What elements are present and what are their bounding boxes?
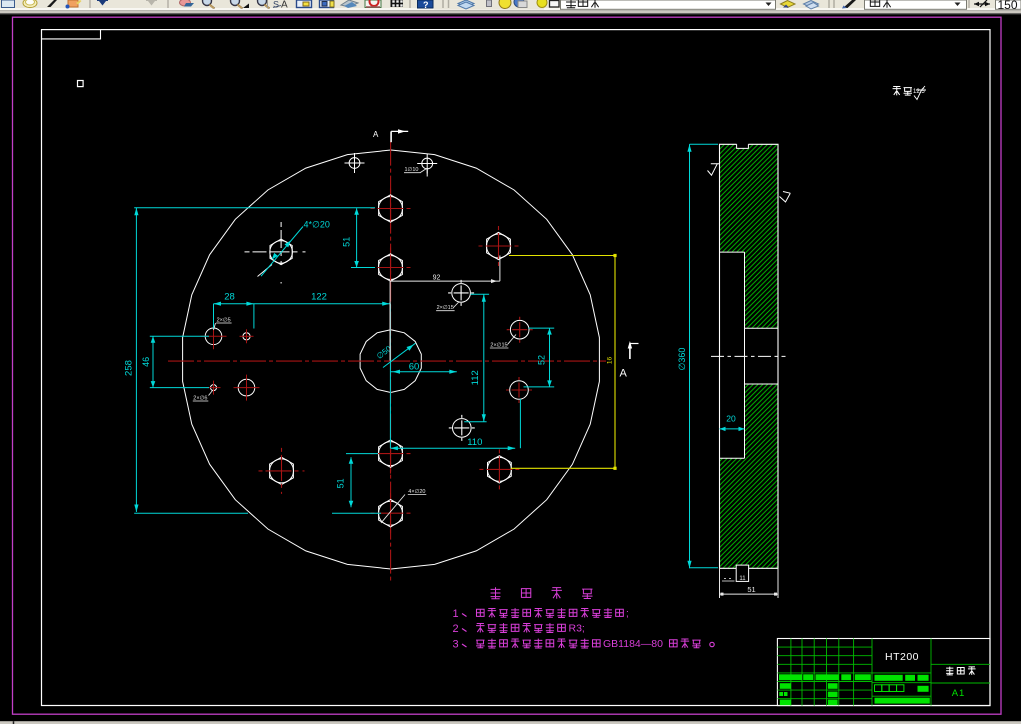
- svg-text:;: ;: [626, 609, 629, 620]
- svg-text:51: 51: [747, 585, 755, 594]
- svg-text:2×∅15: 2×∅15: [490, 342, 507, 349]
- svg-text:60: 60: [409, 361, 420, 372]
- svg-text:110: 110: [467, 437, 482, 448]
- svg-text:2×∅15: 2×∅15: [437, 304, 454, 311]
- svg-text:46: 46: [141, 357, 151, 367]
- svg-text:S: S: [273, 0, 279, 10]
- svg-text:2×∅6: 2×∅6: [193, 395, 207, 402]
- svg-text:51: 51: [342, 237, 352, 247]
- svg-text:A: A: [620, 368, 628, 380]
- svg-text:4*∅20: 4*∅20: [304, 219, 330, 229]
- svg-text:4×∅20: 4×∅20: [408, 488, 425, 495]
- svg-text:51: 51: [336, 478, 346, 488]
- svg-text:28: 28: [224, 292, 235, 303]
- svg-text:?: ?: [423, 0, 429, 10]
- svg-text:R3;: R3;: [569, 623, 585, 635]
- svg-text:∅360: ∅360: [677, 348, 687, 371]
- svg-text:52: 52: [537, 355, 547, 365]
- svg-text:HT200: HT200: [885, 651, 919, 663]
- svg-text:1∅10: 1∅10: [405, 166, 419, 173]
- svg-text:122: 122: [311, 292, 327, 303]
- svg-text:2×∅5: 2×∅5: [217, 317, 231, 324]
- svg-text:20: 20: [726, 414, 736, 424]
- svg-text:258: 258: [124, 360, 135, 376]
- svg-text:150: 150: [998, 0, 1018, 12]
- svg-text:11: 11: [739, 576, 746, 582]
- svg-text:92: 92: [433, 275, 441, 282]
- svg-text:A1: A1: [952, 688, 966, 699]
- svg-text:2: 2: [453, 623, 459, 635]
- svg-text:3: 3: [453, 639, 459, 651]
- svg-text:1: 1: [453, 608, 459, 620]
- svg-text:A: A: [281, 0, 288, 11]
- svg-text:GB1184—80: GB1184—80: [603, 638, 663, 650]
- svg-text:A: A: [373, 130, 379, 139]
- svg-text:16: 16: [607, 357, 614, 365]
- svg-text:112: 112: [470, 370, 481, 385]
